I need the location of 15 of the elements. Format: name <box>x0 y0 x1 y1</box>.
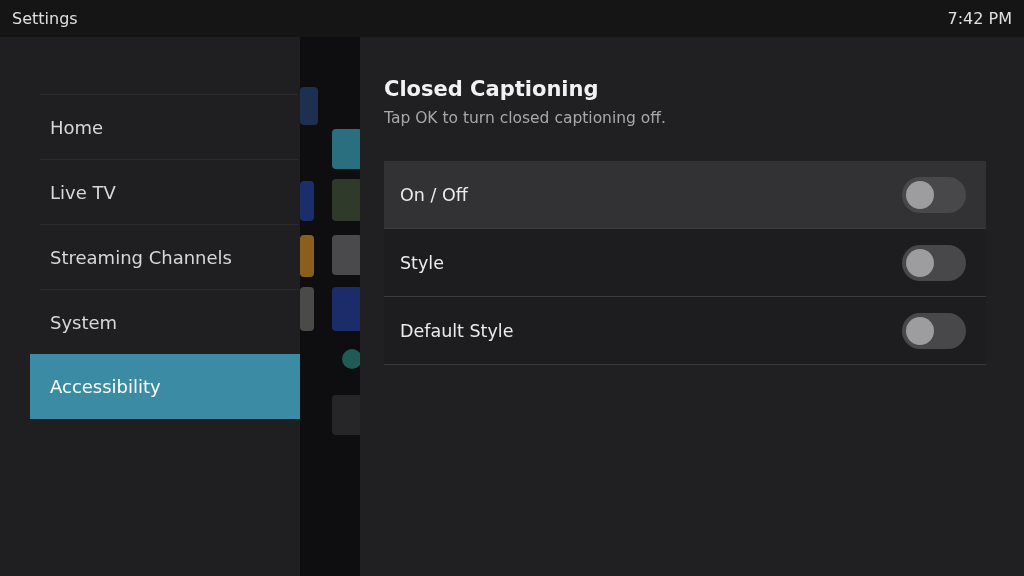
section-title: Closed Captioning <box>384 77 600 101</box>
setting-label: Default Style <box>400 320 514 341</box>
setting-label: On / Off <box>400 184 468 205</box>
setting-label: Style <box>400 252 444 273</box>
toggle-switch[interactable] <box>902 244 966 281</box>
sidebar-item[interactable]: Streaming Channels <box>40 224 298 289</box>
sidebar-item[interactable]: Home <box>40 94 298 159</box>
screen-title: Settings <box>12 9 78 28</box>
section-hint: Tap OK to turn closed captioning off. <box>384 109 667 127</box>
clock: 7:42 PM <box>947 9 1012 28</box>
setting-row[interactable]: On / Off <box>384 161 986 229</box>
sidebar-item[interactable]: Accessibility <box>30 354 300 419</box>
toggle-switch[interactable] <box>902 312 966 349</box>
toggle-switch[interactable] <box>902 176 966 213</box>
sidebar-item[interactable]: Live TV <box>40 159 298 224</box>
